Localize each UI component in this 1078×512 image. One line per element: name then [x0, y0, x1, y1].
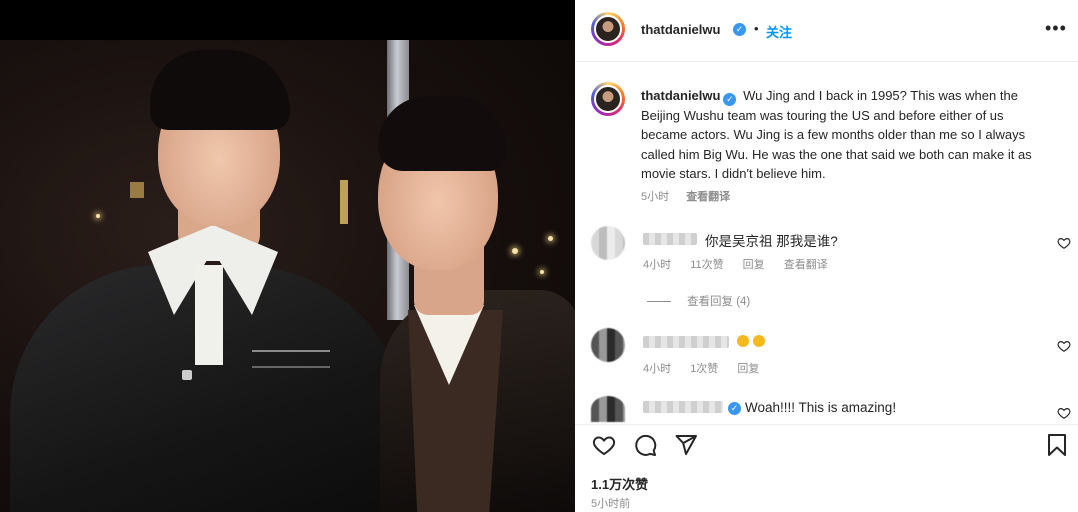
street-light — [548, 236, 553, 241]
bookmark-icon[interactable] — [1045, 433, 1069, 457]
jacket-zipper — [182, 370, 192, 380]
commenter-avatar[interactable] — [591, 396, 625, 422]
like-count[interactable]: 1.1万次赞 — [591, 474, 648, 493]
translate-link[interactable]: 查看翻译 — [784, 259, 828, 271]
caption-time: 5小时 — [641, 191, 670, 203]
comment-like-heart-icon[interactable] — [1057, 236, 1071, 250]
commenter-username-blurred[interactable] — [643, 336, 729, 348]
comment-time: 4小时 — [643, 363, 672, 375]
jacket-print — [252, 350, 330, 368]
caption-meta: 5小时 查看翻译 — [641, 188, 744, 204]
reply-link[interactable]: 回复 — [743, 259, 765, 271]
clapping-emoji-icon — [753, 335, 765, 347]
author-username[interactable]: thatdanielwu — [641, 22, 720, 37]
action-bar — [575, 424, 1078, 460]
verified-badge-icon: ✓ — [733, 23, 746, 36]
author-avatar[interactable] — [591, 12, 625, 46]
comment-like-heart-icon[interactable] — [1057, 339, 1071, 353]
view-replies-link[interactable]: 查看回复 (4) — [647, 293, 750, 309]
clapping-emoji-icon — [737, 335, 749, 347]
verified-badge-icon: ✓ — [723, 93, 737, 106]
comment-likes[interactable]: 11次赞 — [690, 259, 723, 271]
comment-text: Woah!!!! This is amazing! — [745, 400, 897, 415]
comment-meta: 4小时 1次赞 回复 — [643, 360, 775, 376]
commenter-avatar[interactable] — [591, 226, 625, 260]
reply-link[interactable]: 回复 — [737, 363, 759, 375]
comment-like-heart-icon[interactable] — [1057, 406, 1071, 420]
street-light — [512, 248, 518, 254]
neon-sign-small — [130, 182, 144, 198]
follow-button[interactable]: 关注 — [766, 22, 792, 41]
comment-time: 4小时 — [643, 259, 672, 271]
more-options-icon[interactable]: ••• — [1045, 18, 1067, 39]
post-time: 5小时前 — [591, 498, 631, 510]
comment-text: 你是吴京祖 那我是谁? — [705, 234, 838, 249]
caption-author-avatar[interactable] — [591, 82, 625, 116]
heart-icon[interactable] — [592, 433, 616, 457]
comment-likes[interactable]: 1次赞 — [690, 363, 718, 375]
comment-emoji — [737, 334, 769, 349]
avatar-image — [594, 15, 622, 43]
commenter-avatar[interactable] — [591, 328, 625, 362]
street-light — [540, 270, 544, 274]
avatar-image — [594, 85, 622, 113]
send-icon[interactable] — [674, 433, 698, 457]
photo-top-bar — [0, 0, 575, 40]
separator-dot: • — [754, 21, 759, 36]
commenter-username-blurred[interactable] — [643, 233, 697, 245]
caption-username[interactable]: thatdanielwu — [641, 88, 720, 103]
commenter-username-blurred[interactable] — [643, 401, 723, 413]
post-side-panel: thatdanielwu ✓ • 关注 ••• thatdanielwu ✓ Wu… — [575, 0, 1078, 512]
neon-sign — [340, 180, 348, 224]
caption: thatdanielwu ✓ Wu Jing and I back in 1995… — [641, 86, 1053, 184]
verified-badge-icon: ✓ — [728, 402, 741, 415]
post-header: thatdanielwu ✓ • 关注 ••• — [575, 0, 1078, 62]
comment-meta: 4小时 11次赞 回复 查看翻译 — [643, 256, 844, 272]
comment-icon[interactable] — [633, 433, 657, 457]
left-person-shirt — [195, 265, 223, 365]
translate-link[interactable]: 查看翻译 — [686, 191, 730, 203]
street-light — [96, 214, 100, 218]
post-photo[interactable] — [0, 0, 575, 512]
